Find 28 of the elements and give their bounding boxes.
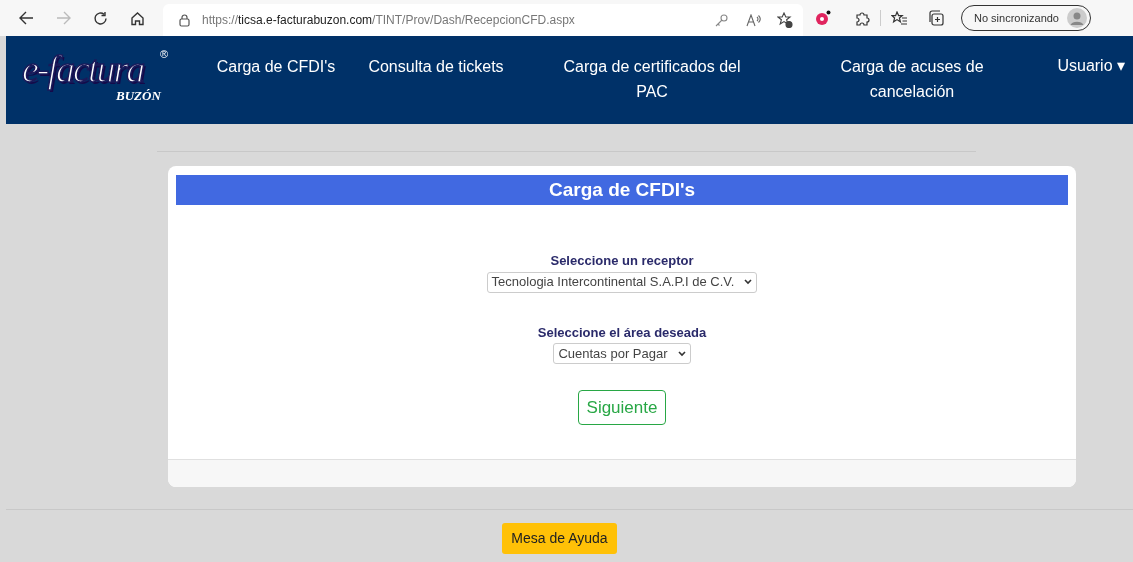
user-menu[interactable]: Usuario ▾ — [1057, 54, 1125, 78]
read-aloud-icon[interactable] — [746, 13, 761, 27]
field-label: Seleccione un receptor — [550, 252, 694, 270]
favorites-icon[interactable] — [891, 10, 908, 26]
logo[interactable]: e-factura ® BUZÓN — [20, 48, 180, 108]
home-icon[interactable] — [130, 10, 145, 26]
chevron-icon — [744, 279, 753, 285]
chevron-icon — [677, 350, 686, 357]
collections-icon[interactable] — [928, 10, 944, 26]
nav-link[interactable]: Carga de certificados del PAC — [547, 54, 757, 104]
dropdown[interactable]: Cuentas por Pagar — [553, 343, 691, 364]
puzzle-icon[interactable] — [855, 10, 870, 26]
card-title: Carga de CFDI's — [176, 175, 1068, 205]
add-favorite-icon[interactable] — [777, 12, 793, 28]
refresh-icon[interactable] — [93, 10, 108, 26]
url-text: https://ticsa.e-facturabuzon.com/TINT/Prov/Dash/RecepcionCFD.aspx — [202, 12, 575, 29]
address-bar[interactable]: https://ticsa.e-facturabuzon.com/TINT/Prov/Dash/RecepcionCFD.aspx — [163, 4, 803, 36]
key-icon[interactable] — [715, 13, 728, 27]
dropdown[interactable]: Tecnologia Intercontinental S.A.P.I de C.V. — [486, 271, 758, 293]
extension-icon[interactable] — [815, 10, 831, 26]
help-desk-button[interactable]: Mesa de Ayuda — [502, 523, 617, 554]
nav-link[interactable]: Carga de acuses de cancelación — [812, 54, 1012, 104]
nav-link[interactable]: Carga de CFDI's — [216, 54, 336, 104]
field-label: Seleccione el área deseada — [537, 323, 707, 342]
back-icon[interactable] — [19, 11, 34, 25]
avatar-icon — [1067, 8, 1087, 28]
lock-icon — [179, 13, 190, 27]
nav-link[interactable]: Consulta de tickets — [366, 54, 506, 104]
